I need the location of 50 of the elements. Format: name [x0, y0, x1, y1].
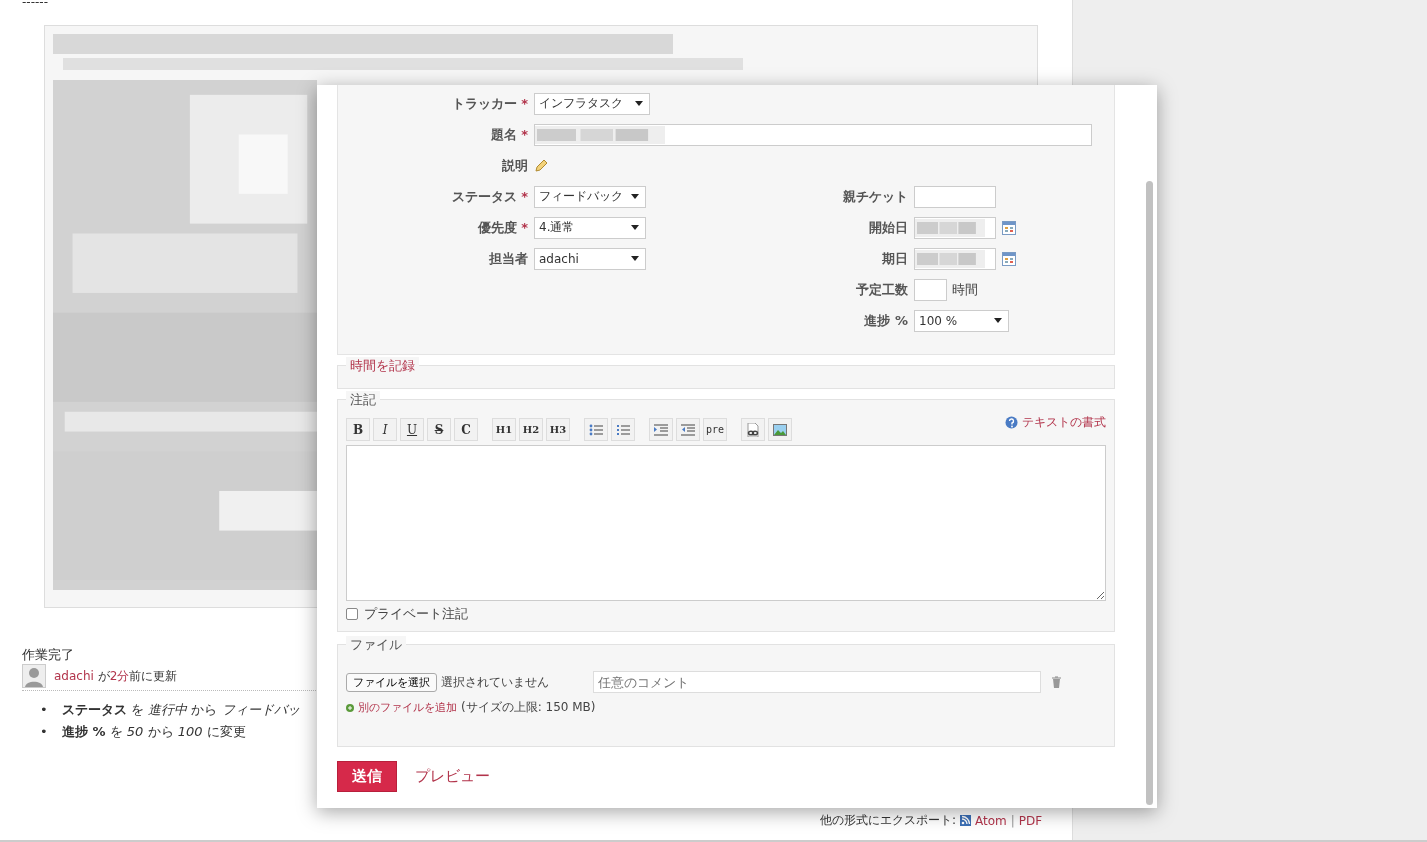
toolbar-button[interactable]: S: [427, 418, 451, 441]
no-file-text: 選択されていません: [441, 673, 549, 691]
toolbar-button[interactable]: pre: [703, 418, 727, 441]
field-label: トラッカー *: [450, 94, 529, 113]
select-field[interactable]: adachi: [534, 247, 646, 270]
toolbar-button[interactable]: B: [346, 418, 370, 441]
link-separator: |: [1010, 813, 1015, 828]
toolbar-button[interactable]: U: [400, 418, 424, 441]
text-format-link[interactable]: テキストの書式: [1022, 414, 1106, 431]
preview-link[interactable]: プレビュー: [415, 767, 490, 786]
separator-text: ------: [22, 0, 49, 7]
toolbar-button[interactable]: H2: [519, 418, 543, 441]
field-label: 開始日: [868, 218, 909, 237]
field-label: 親チケット: [842, 187, 909, 206]
author-link[interactable]: adachi: [54, 668, 94, 683]
field-label: 優先度 *: [476, 218, 529, 237]
select-field[interactable]: フィードバック: [534, 185, 646, 208]
export-link[interactable]: Atom: [975, 813, 1007, 828]
comment-field[interactable]: 任意のコメント: [593, 671, 1041, 693]
private-notes-checkbox[interactable]: プライベート注記: [346, 605, 1106, 623]
change-item: ステータス を 進行中 から フィードバッ: [62, 701, 301, 719]
export-label: 他の形式にエクスポート:: [820, 812, 957, 829]
toolbar-button[interactable]: C: [454, 418, 478, 441]
field-label: 担当者: [488, 249, 529, 268]
select-field[interactable]: 100 %: [914, 309, 1009, 332]
size-limit-text: (サイズの上限: 150 MB): [461, 699, 596, 716]
notes-legend: 注記: [346, 391, 380, 409]
choose-file-button[interactable]: ファイルを選択: [346, 672, 437, 692]
field-label: 予定工数: [855, 280, 909, 299]
bullet: •: [40, 701, 49, 719]
select-field[interactable]: 4.通常: [534, 216, 646, 239]
time-log-toggle[interactable]: 時間を記録: [346, 357, 419, 375]
field-label: ステータス *: [450, 187, 529, 206]
toolbar-button[interactable]: I: [373, 418, 397, 441]
field-label: 題名 *: [489, 125, 529, 144]
submit-button[interactable]: 送信: [337, 761, 397, 792]
bullet: •: [40, 723, 49, 741]
journal-text: adachi が2分前に更新: [54, 667, 178, 685]
field-label: 説明: [501, 156, 529, 175]
toolbar-button[interactable]: H3: [546, 418, 570, 441]
export-link[interactable]: PDF: [1018, 813, 1043, 828]
field-label: 期日: [881, 249, 909, 268]
files-legend: ファイル: [346, 636, 406, 654]
field-label: 進捗 %: [863, 311, 909, 330]
time-link[interactable]: 2分: [109, 668, 130, 683]
change-item: 進捗 % を 50 から 100 に変更: [62, 723, 247, 741]
add-file-link[interactable]: 別のファイルを追加: [358, 700, 457, 715]
unit-label: 時間: [952, 280, 978, 299]
select-field[interactable]: インフラタスク: [534, 92, 650, 115]
toolbar-button[interactable]: H1: [492, 418, 516, 441]
